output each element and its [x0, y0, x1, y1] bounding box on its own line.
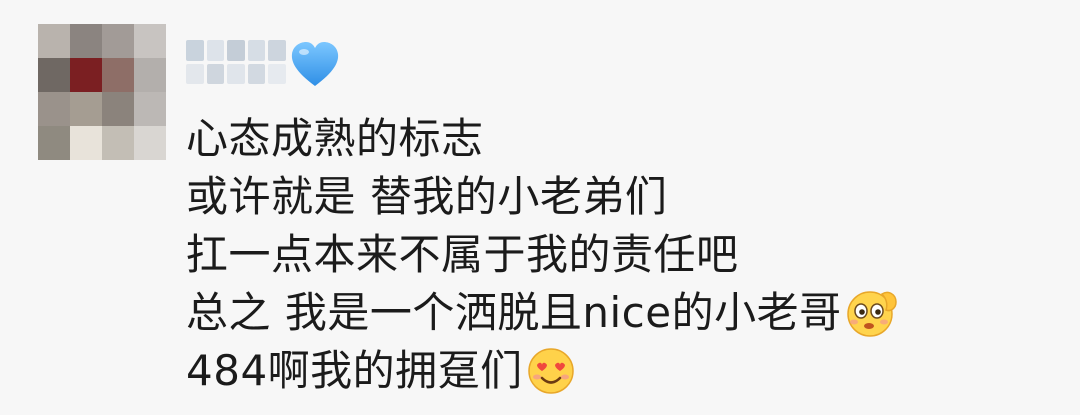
- comment-line: 总之 我是一个洒脱且nice的小老哥: [186, 284, 1066, 342]
- comment-line: 或许就是 替我的小老弟们: [186, 168, 1066, 226]
- saluting-face-icon: [846, 291, 897, 337]
- comment-line: 扛一点本来不属于我的责任吧: [186, 226, 1066, 284]
- comment-line: 484啊我的拥趸们: [186, 342, 1066, 400]
- smiling-heart-eyes-face-icon: [527, 348, 574, 394]
- comment-line-text: 总之 我是一个洒脱且nice的小老哥: [186, 288, 842, 337]
- comment-line: 心态成熟的标志: [186, 110, 1066, 168]
- comment-line-text: 484啊我的拥趸们: [186, 346, 523, 395]
- comment-line-text: 心态成熟的标志: [186, 114, 484, 163]
- comment-line-text: 扛一点本来不属于我的责任吧: [186, 230, 739, 279]
- comment-body: 心态成熟的标志 或许就是 替我的小老弟们 扛一点本来不属于我的责任吧 总之 我是…: [186, 110, 1066, 400]
- avatar[interactable]: [38, 24, 166, 160]
- comment-line-text: 或许就是 替我的小老弟们: [186, 172, 668, 221]
- blue-heart-icon: [291, 42, 339, 86]
- username-pixelated[interactable]: [186, 40, 286, 84]
